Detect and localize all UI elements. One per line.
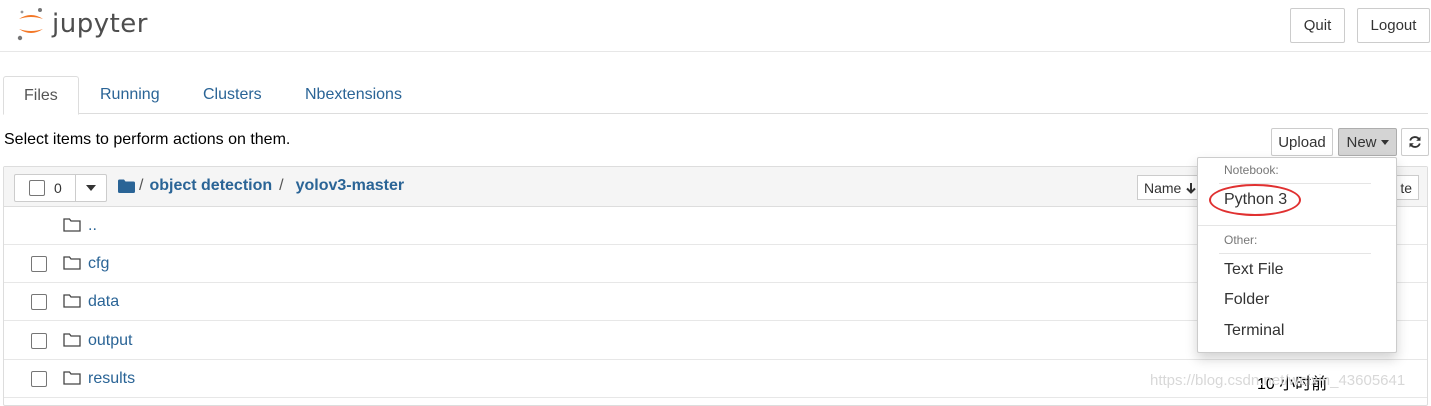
refresh-icon xyxy=(1409,136,1421,148)
sort-modified-label: te xyxy=(1400,179,1412,196)
folder-icon xyxy=(63,371,81,385)
menu-item-terminal[interactable]: Terminal xyxy=(1224,322,1284,340)
menu-header-underline xyxy=(1219,253,1371,254)
menu-item-text-file[interactable]: Text File xyxy=(1224,261,1284,279)
select-all-group: 0 xyxy=(14,174,107,202)
select-all-checkbox[interactable] xyxy=(29,180,45,196)
breadcrumb-object-detection[interactable]: object detection xyxy=(149,177,272,195)
menu-header-other: Other: xyxy=(1224,233,1258,247)
sort-name-label: Name xyxy=(1144,179,1182,196)
sort-by-name-button[interactable]: Name xyxy=(1137,175,1201,200)
breadcrumb-yolov3-master[interactable]: yolov3-master xyxy=(296,177,405,195)
main-tabs: Files Running Clusters Nbextensions xyxy=(3,76,1428,115)
jupyter-logo[interactable]: jupyter xyxy=(16,6,148,42)
logout-button[interactable]: Logout xyxy=(1357,8,1430,43)
new-button[interactable]: New xyxy=(1338,128,1397,156)
tab-running[interactable]: Running xyxy=(80,76,180,114)
folder-home-icon[interactable] xyxy=(118,179,135,193)
caret-down-icon xyxy=(86,185,96,191)
highlight-circle xyxy=(1209,184,1301,216)
file-name[interactable]: output xyxy=(88,332,132,350)
refresh-button[interactable] xyxy=(1401,128,1429,156)
row-checkbox[interactable] xyxy=(31,256,47,272)
tab-files[interactable]: Files xyxy=(3,76,79,115)
row-checkbox[interactable] xyxy=(31,333,47,349)
caret-down-icon xyxy=(1380,139,1389,145)
selection-hint: Select items to perform actions on them. xyxy=(4,131,291,148)
select-dropdown-button[interactable] xyxy=(76,174,107,202)
quit-button[interactable]: Quit xyxy=(1290,8,1345,43)
menu-divider xyxy=(1198,225,1396,226)
breadcrumb-separator: / xyxy=(139,177,144,194)
row-checkbox[interactable] xyxy=(31,371,47,387)
breadcrumb-separator: / xyxy=(279,177,284,194)
upload-button[interactable]: Upload xyxy=(1271,128,1333,156)
selected-count: 0 xyxy=(54,180,62,196)
folder-icon xyxy=(63,218,81,232)
menu-item-folder[interactable]: Folder xyxy=(1224,291,1269,309)
row-checkbox[interactable] xyxy=(31,294,47,310)
tab-clusters[interactable]: Clusters xyxy=(183,76,282,114)
file-name[interactable]: cfg xyxy=(88,255,109,273)
select-all-box[interactable]: 0 xyxy=(14,174,76,202)
top-header: jupyter Quit Logout xyxy=(0,0,1431,52)
folder-icon xyxy=(63,256,81,270)
file-name[interactable]: results xyxy=(88,370,135,388)
menu-header-notebook: Notebook: xyxy=(1224,163,1279,177)
folder-icon xyxy=(63,294,81,308)
arrow-down-icon xyxy=(1186,182,1197,194)
logo-text: jupyter xyxy=(52,9,148,39)
tab-nbextensions[interactable]: Nbextensions xyxy=(285,76,422,114)
new-button-label: New xyxy=(1346,133,1377,151)
watermark-text: https://blog.csdn.net/weixin_43605641 xyxy=(1150,372,1406,389)
breadcrumb: / object detection / yolov3-master xyxy=(118,177,404,195)
file-name[interactable]: data xyxy=(88,293,119,311)
jupyter-logo-icon xyxy=(17,8,43,41)
file-name[interactable]: .. xyxy=(88,217,97,235)
folder-icon xyxy=(63,333,81,347)
